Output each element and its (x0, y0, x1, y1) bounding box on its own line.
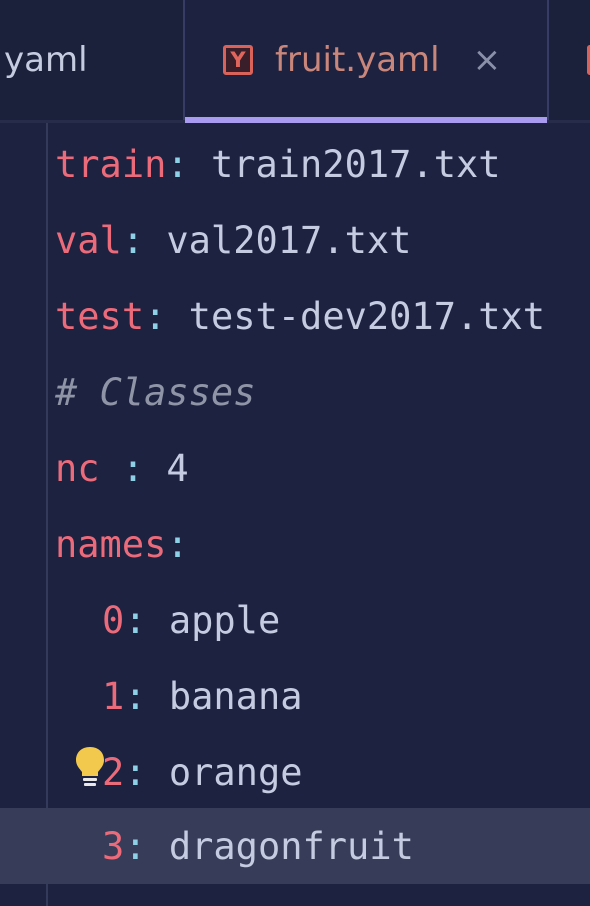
yaml-value: train2017.txt (188, 142, 501, 186)
yaml-key: 0 (102, 598, 125, 642)
yaml-colon: : (124, 824, 147, 868)
lightbulb-icon[interactable] (74, 745, 106, 791)
yaml-key: nc (55, 446, 122, 490)
tab-label: yaml (4, 40, 88, 80)
yaml-key: train (55, 142, 167, 186)
yaml-value: 4 (144, 446, 189, 490)
code-line-current[interactable]: 3: dragonfruit (0, 808, 590, 884)
code-line[interactable]: 1: banana (0, 658, 590, 734)
yaml-key: test (55, 294, 145, 338)
tab-label: fruit.yaml (275, 40, 440, 80)
code-line[interactable]: nc : 4 (0, 430, 590, 506)
yaml-key: 3 (102, 824, 125, 868)
yaml-value: apple (146, 598, 281, 642)
tab-next[interactable] (549, 0, 590, 120)
yaml-key: val (55, 218, 122, 262)
yaml-colon: : (124, 674, 147, 718)
yaml-key: names (55, 522, 167, 566)
yaml-value: val2017.txt (144, 218, 412, 262)
code-line[interactable]: # Classes (0, 354, 590, 430)
code-line[interactable]: val: val2017.txt (0, 202, 590, 278)
yaml-file-icon: Y (223, 45, 253, 75)
yaml-colon: : (166, 522, 189, 566)
yaml-value: banana (146, 674, 303, 718)
yaml-colon: : (144, 294, 167, 338)
yaml-value: dragonfruit (146, 824, 414, 868)
yaml-value: test-dev2017.txt (166, 294, 546, 338)
code-line[interactable]: names: (0, 506, 590, 582)
yaml-colon: : (124, 750, 147, 794)
yaml-key: 1 (102, 674, 125, 718)
yaml-colon: : (124, 598, 147, 642)
yaml-colon: : (121, 218, 145, 262)
editor-tab-bar: yaml Y fruit.yaml × (0, 0, 590, 123)
code-line[interactable]: train: train2017.txt (0, 126, 590, 202)
yaml-colon: : (121, 446, 145, 490)
yaml-colon: : (166, 142, 189, 186)
code-line[interactable]: test: test-dev2017.txt (0, 278, 590, 354)
yaml-value: orange (146, 750, 303, 794)
tab-fruit-yaml[interactable]: Y fruit.yaml × (183, 0, 549, 123)
close-icon[interactable]: × (473, 43, 502, 77)
tab-yaml[interactable]: yaml (0, 0, 183, 120)
yaml-comment: # Classes (55, 370, 256, 414)
code-line[interactable]: 0: apple (0, 582, 590, 658)
